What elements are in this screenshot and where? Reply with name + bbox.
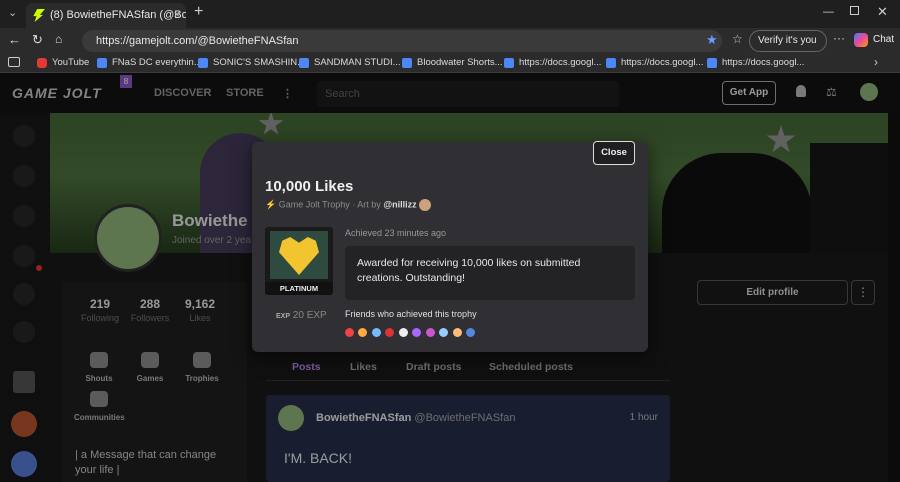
friends-avatars (345, 324, 476, 337)
artist-link[interactable]: @nillizz (383, 199, 416, 209)
favorites-icon[interactable]: ☆ (732, 32, 743, 46)
friend-avatar[interactable] (466, 328, 476, 337)
friend-avatar[interactable] (358, 328, 368, 337)
bookmark-docs-2[interactable]: https://docs.googl... (605, 55, 703, 71)
bookmark-label: SANDMAN STUDI... (314, 57, 401, 68)
friend-avatar[interactable] (385, 328, 395, 337)
minimize-icon[interactable]: — (823, 6, 834, 18)
copilot-icon[interactable] (854, 33, 868, 47)
gamejolt-favicon-icon (33, 9, 45, 22)
verify-profile-button[interactable]: Verify it's you (749, 30, 827, 52)
tab-list-chevron-icon[interactable]: ⌄ (8, 6, 17, 19)
browser-tab-bar: ⌄ (8) BowietheFNASfan (@Bowiethe × + — ✕ (0, 0, 900, 28)
trophy-image: PLATINUM (265, 227, 333, 295)
tab-title: (8) BowietheFNASfan (@Bowiethe (50, 9, 186, 21)
youtube-icon (37, 58, 47, 68)
reload-icon[interactable]: ↻ (32, 32, 43, 48)
bookmark-star-icon[interactable]: ★ (706, 32, 718, 48)
friend-avatar[interactable] (412, 328, 422, 337)
verify-label: Verify it's you (758, 35, 817, 46)
trophy-description: Awarded for receiving 10,000 likes on su… (345, 246, 635, 300)
docs-icon (606, 58, 616, 68)
url-text: https://gamejolt.com/@BowietheFNASfan (96, 35, 299, 47)
new-tab-button[interactable]: + (194, 3, 203, 21)
docs-icon (707, 58, 717, 68)
docs-icon (402, 58, 412, 68)
maximize-icon[interactable] (850, 6, 859, 15)
bookmark-youtube[interactable]: YouTube (36, 55, 89, 71)
trophy-title: 10,000 Likes (265, 178, 354, 195)
bookmark-label: https://docs.googl... (722, 57, 805, 68)
friend-avatar[interactable] (398, 328, 408, 337)
close-window-icon[interactable]: ✕ (877, 4, 888, 20)
back-icon[interactable]: ← (8, 32, 21, 47)
tab-close-icon[interactable]: × (174, 3, 180, 28)
browser-tab[interactable]: (8) BowietheFNASfan (@Bowiethe × (26, 3, 186, 28)
achieved-time: Achieved 23 minutes ago (345, 228, 447, 238)
bookmark-fnas-dc[interactable]: FNaS DC everythin... (96, 55, 202, 71)
bookmark-docs-3[interactable]: https://docs.googl... (706, 55, 804, 71)
docs-icon (198, 58, 208, 68)
artist-avatar[interactable] (419, 199, 432, 211)
url-field[interactable]: https://gamejolt.com/@BowietheFNASfan (82, 30, 722, 52)
trophy-type-icon: ⚡ (265, 199, 277, 210)
friend-avatar[interactable] (345, 328, 354, 337)
trophy-tier: PLATINUM (265, 282, 333, 295)
friend-avatar[interactable] (439, 328, 449, 337)
bookmark-sonic[interactable]: SONIC'S SMASHIN... (197, 55, 305, 71)
docs-icon (504, 58, 514, 68)
art-by-label: Art by (357, 199, 381, 210)
subtitle-separator: · (352, 199, 356, 210)
bookmarks-icon[interactable] (8, 57, 20, 67)
bookmark-docs-1[interactable]: https://docs.googl... (503, 55, 601, 71)
close-label: Close (601, 147, 627, 158)
exp-value: 20 EXP (292, 310, 327, 321)
trophy-subtitle: ⚡ Game Jolt Trophy · Art by @nillizz (265, 199, 432, 211)
bookmark-label: Bloodwater Shorts... (417, 57, 503, 68)
docs-icon (97, 58, 107, 68)
bookmark-label: SONIC'S SMASHIN... (213, 57, 306, 68)
docs-icon (299, 58, 309, 68)
bookmarks-overflow-icon[interactable]: › (874, 55, 878, 69)
gamejolt-page: GAME JOLT 8 DISCOVER STORE ⋮ Search Get … (0, 73, 900, 482)
friends-label: Friends who achieved this trophy (345, 309, 477, 319)
friend-avatar[interactable] (452, 328, 462, 337)
bookmark-sandman[interactable]: SANDMAN STUDI... (298, 55, 401, 71)
trophy-modal: Close 10,000 Likes ⚡ Game Jolt Trophy · … (252, 141, 648, 352)
friend-avatar[interactable] (371, 328, 381, 337)
trophy-exp: EXP 20 EXP (276, 310, 327, 321)
bookmark-label: YouTube (52, 57, 90, 68)
chat-button[interactable]: Chat (873, 34, 894, 45)
bookmark-label: https://docs.googl... (519, 57, 602, 68)
friend-avatar[interactable] (425, 328, 435, 337)
exp-icon: EXP (276, 313, 291, 320)
home-icon[interactable]: ⌂ (55, 32, 62, 46)
close-button[interactable]: Close (593, 141, 635, 165)
bookmark-label: https://docs.googl... (621, 57, 704, 68)
bookmarks-bar: YouTube FNaS DC everythin... SONIC'S SMA… (0, 53, 900, 73)
trophy-type: Game Jolt Trophy (278, 199, 350, 210)
bookmark-label: FNaS DC everythin... (112, 57, 202, 68)
more-menu-icon[interactable]: ··· (833, 31, 845, 45)
bookmark-bloodwater[interactable]: Bloodwater Shorts... (401, 55, 503, 71)
address-bar-row: ← ↻ ⌂ https://gamejolt.com/@BowietheFNAS… (0, 28, 900, 53)
